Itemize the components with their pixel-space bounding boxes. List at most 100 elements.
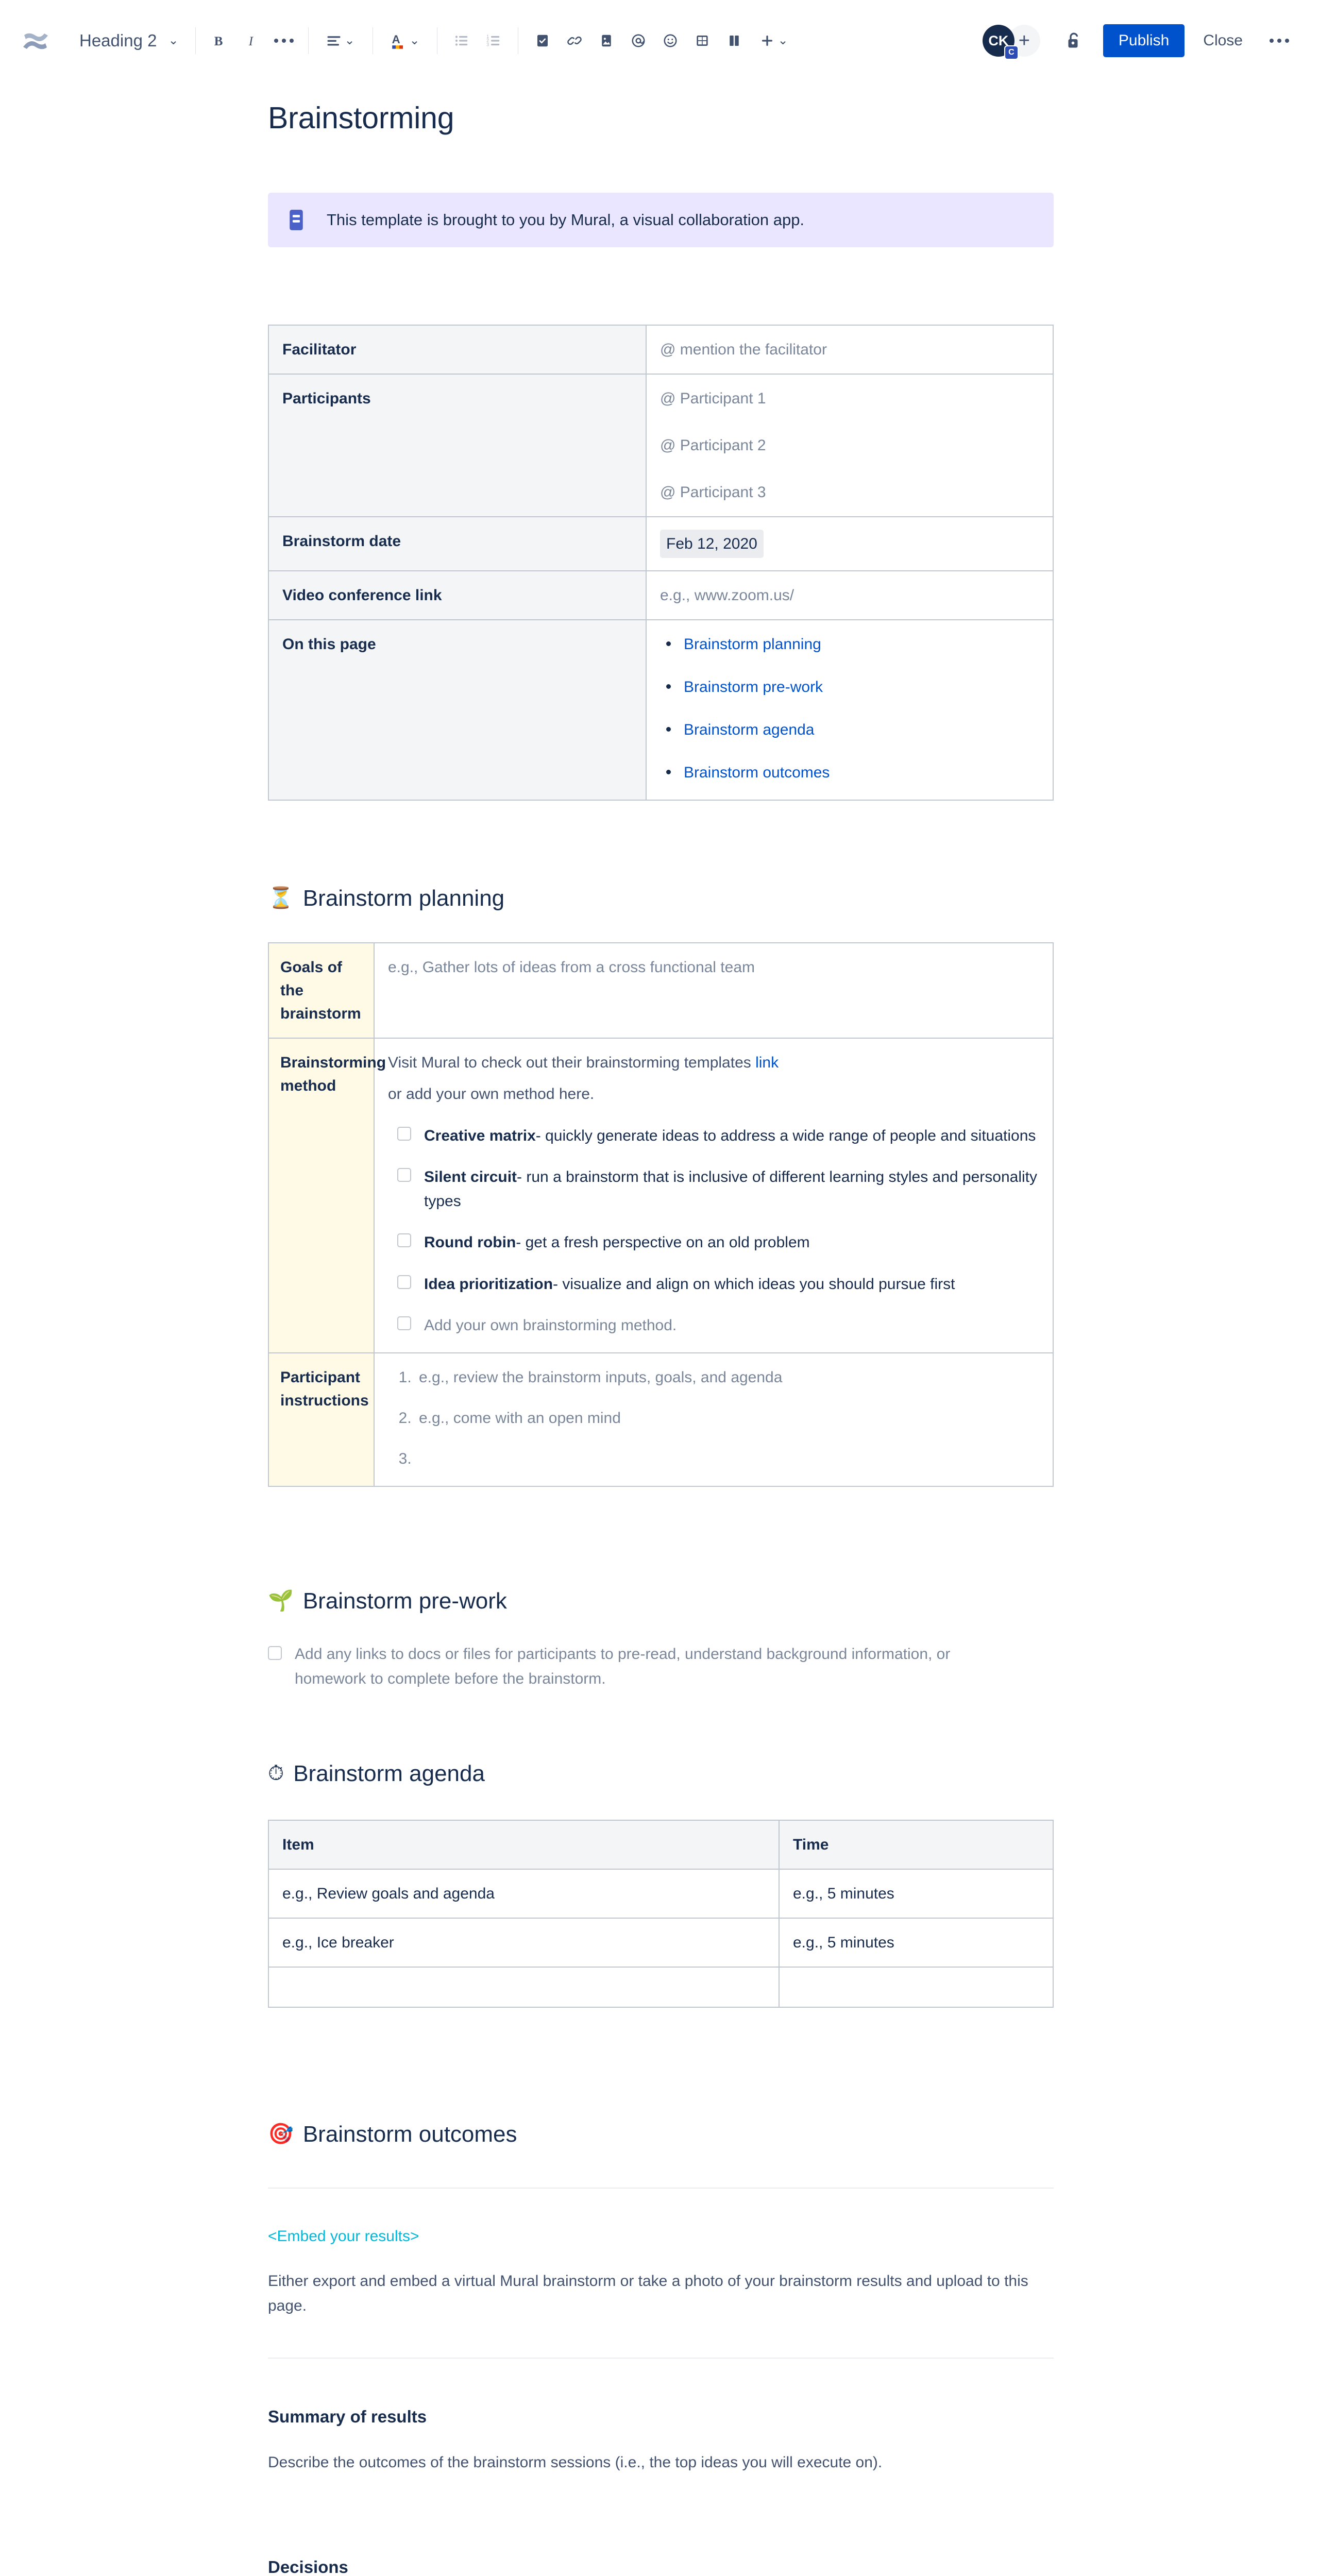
table-row: Participant instructions e.g., review th…	[268, 1352, 1054, 1487]
more-formatting-button[interactable]	[268, 25, 300, 57]
heading-text: Brainstorm outcomes	[302, 2121, 517, 2147]
toc-link-planning[interactable]: Brainstorm planning	[684, 636, 821, 653]
italic-button[interactable]: I	[236, 25, 268, 57]
agenda-item[interactable]	[268, 1966, 780, 2008]
agenda-time[interactable]	[779, 1966, 1054, 2008]
row-label: Goals of the brainstorm	[268, 942, 375, 1039]
divider	[268, 2187, 1054, 2189]
table-row: Brainstorm date Feb 12, 2020	[268, 516, 1054, 571]
goals-value: e.g., Gather lots of ideas from a cross …	[388, 958, 755, 976]
table-row: On this page Brainstorm planning Brainst…	[268, 619, 1054, 801]
text-align-icon	[327, 36, 340, 46]
agenda-table: Item Time e.g., Review goals and agenda …	[268, 1819, 1054, 2008]
text-style-select[interactable]: Heading 2 ⌄	[71, 26, 187, 56]
toc-link-outcomes[interactable]: Brainstorm outcomes	[684, 764, 830, 781]
text-style-label: Heading 2	[79, 31, 157, 50]
page-title[interactable]: Brainstorming	[268, 101, 1054, 136]
row-label: On this page	[268, 619, 647, 801]
participant-value: @ Participant 3	[660, 483, 766, 501]
mural-templates-link[interactable]: link	[755, 1054, 779, 1071]
more-formatting-icon	[274, 39, 294, 43]
numbered-list-icon: 1 2 3	[486, 34, 499, 47]
numbered-list-button[interactable]: 1 2 3	[478, 25, 510, 57]
text-align-button[interactable]: ⌄	[317, 25, 364, 57]
chevron-down-icon: ⌄	[777, 33, 788, 47]
list-item: Silent circuit- run a brainstorm that is…	[397, 1165, 1039, 1213]
checkbox[interactable]	[397, 1233, 411, 1248]
image-icon	[601, 35, 611, 47]
text-color-icon: A	[392, 33, 403, 49]
checkbox[interactable]	[268, 1646, 282, 1660]
toc-link-agenda[interactable]: Brainstorm agenda	[684, 721, 814, 738]
unlocked-padlock-icon	[1068, 32, 1078, 48]
list-item: Creative matrix- quickly generate ideas …	[397, 1124, 1039, 1148]
agenda-item[interactable]: e.g., Ice breaker	[268, 1917, 780, 1968]
checkbox[interactable]	[397, 1275, 411, 1289]
participant-value: @ Participant 1	[660, 389, 766, 407]
planning-table: Goals of the brainstorm e.g., Gather lot…	[268, 942, 1054, 1487]
list-item: Brainstorm pre-work	[660, 675, 1039, 699]
table-of-contents: Brainstorm planning Brainstorm pre-work …	[660, 633, 1039, 784]
column-header-item: Item	[268, 1819, 780, 1870]
video-link-value: e.g., www.zoom.us/	[660, 586, 794, 604]
heading-brainstorm-agenda: ⏱ Brainstorm agenda	[268, 1759, 1054, 1788]
goals-cell[interactable]: e.g., Gather lots of ideas from a cross …	[374, 942, 1054, 1039]
facilitator-cell[interactable]: @ mention the facilitator	[646, 324, 1054, 375]
toc-link-prework[interactable]: Brainstorm pre-work	[684, 679, 823, 696]
text-color-button[interactable]: A ⌄	[381, 25, 429, 57]
restrictions-button[interactable]	[1058, 25, 1090, 57]
date-chip[interactable]: Feb 12, 2020	[660, 529, 764, 558]
mention-button[interactable]	[622, 25, 654, 57]
instructions-cell[interactable]: e.g., review the brainstorm inputs, goal…	[374, 1352, 1054, 1487]
agenda-time[interactable]: e.g., 5 minutes	[779, 1868, 1054, 1919]
link-button[interactable]	[559, 25, 590, 57]
method-name: Idea prioritization	[424, 1275, 553, 1293]
page-layout-button[interactable]	[718, 25, 750, 57]
column-header-time: Time	[779, 1819, 1054, 1870]
publish-button[interactable]: Publish	[1103, 24, 1185, 57]
checkbox[interactable]	[397, 1168, 411, 1182]
more-actions-button[interactable]	[1263, 25, 1295, 57]
avatar[interactable]: CK C	[982, 25, 1019, 60]
table-row: e.g., Review goals and agenda e.g., 5 mi…	[268, 1868, 1054, 1919]
heading-brainstorm-prework: 🌱 Brainstorm pre-work	[268, 1587, 1054, 1615]
info-note-icon	[288, 208, 307, 232]
participants-cell[interactable]: @ Participant 1 @ Participant 2 @ Partic…	[646, 373, 1054, 517]
table-button[interactable]	[686, 25, 718, 57]
toolbar-divider	[308, 27, 309, 54]
bold-button[interactable]: B	[204, 25, 236, 57]
method-name: Round robin	[424, 1234, 516, 1251]
task-button[interactable]	[527, 25, 559, 57]
svg-text:I: I	[248, 35, 253, 48]
stopwatch-icon: ⏱	[268, 1762, 284, 1785]
list-item: Idea prioritization- visualize and align…	[397, 1273, 1039, 1297]
method-intro: Visit Mural to check out their brainstor…	[388, 1051, 1039, 1074]
hourglass-icon: ⏳	[268, 887, 294, 910]
list-item: e.g., review the brainstorm inputs, goal…	[416, 1366, 1039, 1389]
bullet-list-button[interactable]	[446, 25, 478, 57]
section-prework: 🌱 Brainstorm pre-work Add any links to d…	[268, 1587, 1054, 1691]
avatar-badge: C	[1004, 45, 1019, 60]
list-item: Add your own brainstorming method.	[397, 1314, 1039, 1338]
row-label: Facilitator	[268, 324, 647, 375]
emoji-button[interactable]	[654, 25, 686, 57]
brainstorm-date-cell[interactable]: Feb 12, 2020	[646, 516, 1054, 571]
video-link-cell[interactable]: e.g., www.zoom.us/	[646, 570, 1054, 620]
heading-text: Brainstorm agenda	[293, 1760, 485, 1786]
heading-brainstorm-planning: ⏳ Brainstorm planning	[268, 884, 1054, 912]
embed-results-placeholder[interactable]: <Embed your results>	[268, 2228, 419, 2245]
agenda-time[interactable]: e.g., 5 minutes	[779, 1917, 1054, 1968]
checkbox[interactable]	[397, 1126, 411, 1141]
agenda-item[interactable]: e.g., Review goals and agenda	[268, 1868, 780, 1919]
section-planning: ⏳ Brainstorm planning Goals of the brain…	[268, 884, 1054, 1487]
confluence-logo-icon[interactable]	[20, 25, 52, 57]
image-button[interactable]	[590, 25, 622, 57]
more-actions-icon	[1270, 39, 1289, 43]
close-button[interactable]: Close	[1190, 24, 1256, 57]
facilitator-value: @ mention the facilitator	[660, 341, 827, 358]
checkbox[interactable]	[397, 1316, 411, 1331]
method-cell[interactable]: Visit Mural to check out their brainstor…	[374, 1037, 1054, 1353]
heading-text: Brainstorm pre-work	[302, 1588, 507, 1614]
insert-button[interactable]: ⌄	[750, 25, 798, 57]
list-item: Brainstorm agenda	[660, 718, 1039, 741]
